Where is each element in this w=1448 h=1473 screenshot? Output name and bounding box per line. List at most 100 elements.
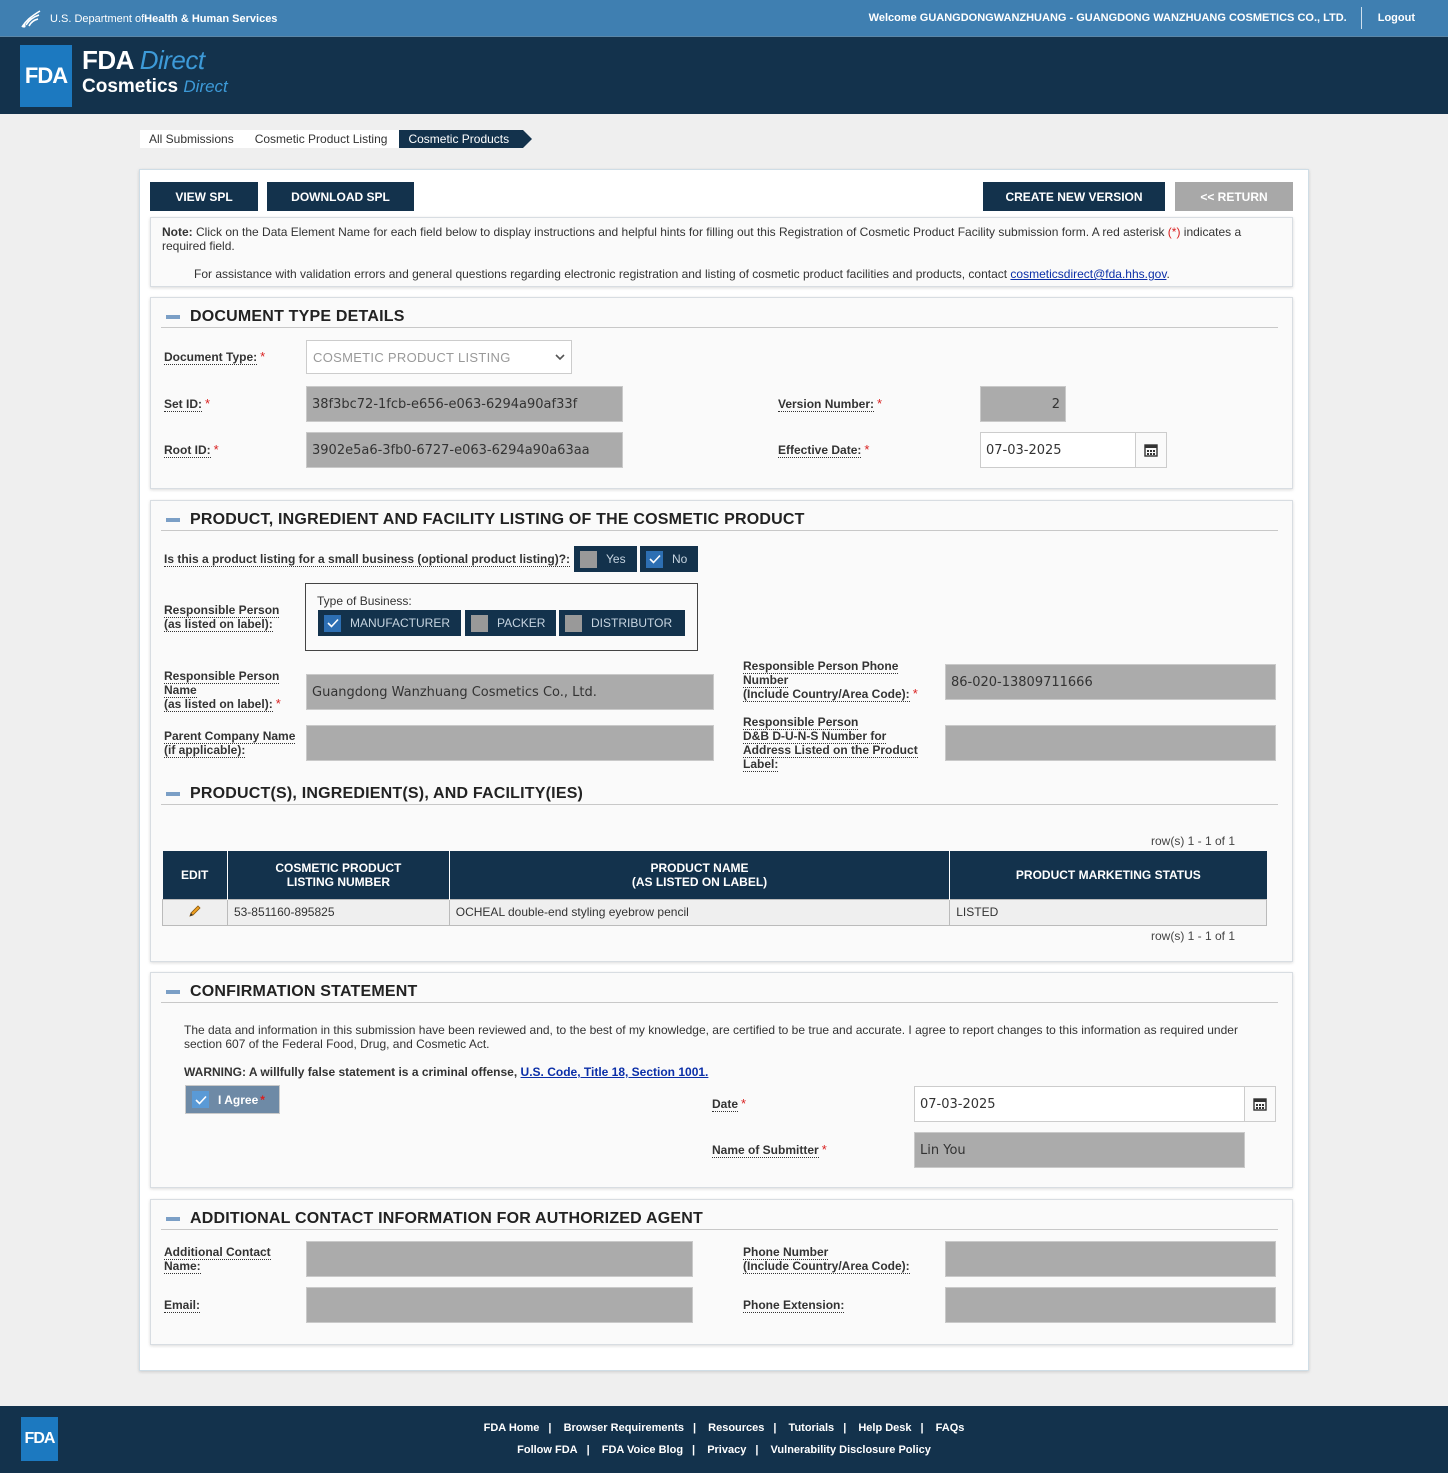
product-name-cell: OCHEAL double-end styling eyebrow pencil bbox=[448, 898, 951, 926]
footer-link-help-desk[interactable]: Help Desk bbox=[858, 1422, 911, 1434]
collapse-icon bbox=[166, 791, 180, 796]
version-number-label[interactable]: Version Number: * bbox=[778, 397, 882, 412]
root-id-label[interactable]: Root ID: * bbox=[164, 443, 219, 458]
product-listing-title[interactable]: PRODUCT, INGREDIENT AND FACILITY LISTING… bbox=[161, 509, 1278, 531]
authorized-agent-title[interactable]: ADDITIONAL CONTACT INFORMATION FOR AUTHO… bbox=[161, 1208, 1278, 1230]
edit-cell[interactable] bbox=[162, 898, 228, 926]
responsible-person-label[interactable]: Responsible Person (as listed on label): bbox=[164, 603, 280, 632]
brand-title[interactable]: FDA Direct Cosmetics Direct bbox=[82, 45, 228, 99]
footer-link-faqs[interactable]: FAQs bbox=[936, 1422, 965, 1434]
confirmation-statement: The data and information in this submiss… bbox=[184, 1023, 1238, 1051]
yes-label: Yes bbox=[606, 552, 626, 566]
document-type-value: COSMETIC PRODUCT LISTING bbox=[313, 349, 511, 365]
section-title-text: PRODUCT(S), INGREDIENT(S), AND FACILITY(… bbox=[190, 784, 584, 802]
phone-extension-label[interactable]: Phone Extension: bbox=[743, 1298, 845, 1313]
pencil-edit-icon[interactable] bbox=[188, 904, 202, 918]
products-ingredients-title[interactable]: PRODUCT(S), INGREDIENT(S), AND FACILITY(… bbox=[161, 783, 1278, 805]
effective-date-label[interactable]: Effective Date: * bbox=[778, 443, 869, 458]
row-count-bottom: row(s) 1 - 1 of 1 bbox=[1151, 929, 1236, 943]
product-listing-panel: PRODUCT, INGREDIENT AND FACILITY LISTING… bbox=[150, 500, 1293, 962]
breadcrumb-cosmetic-product-listing[interactable]: Cosmetic Product Listing bbox=[245, 130, 400, 148]
footer-link-fda-voice-blog[interactable]: FDA Voice Blog bbox=[602, 1444, 683, 1456]
agent-phone-label[interactable]: Phone Number (Include Country/Area Code): bbox=[743, 1245, 910, 1274]
manufacturer-toggle[interactable]: MANUFACTURER bbox=[318, 610, 461, 636]
column-header-marketing-status[interactable]: PRODUCT MARKETING STATUS bbox=[949, 851, 1267, 899]
packer-toggle[interactable]: PACKER bbox=[465, 610, 556, 636]
date-label[interactable]: Date * bbox=[712, 1097, 746, 1112]
effective-date-input[interactable]: 07-03-2025 bbox=[980, 432, 1136, 468]
confirmation-date-input[interactable]: 07-03-2025 bbox=[914, 1086, 1245, 1122]
footer-link-follow-fda[interactable]: Follow FDA bbox=[517, 1444, 578, 1456]
footer-link-privacy[interactable]: Privacy bbox=[707, 1444, 746, 1456]
document-type-select[interactable]: COSMETIC PRODUCT LISTING bbox=[306, 340, 572, 374]
confirmation-title[interactable]: CONFIRMATION STATEMENT bbox=[161, 981, 1278, 1003]
brand-direct: Direct bbox=[139, 45, 205, 75]
root-id-field: 3902e5a6-3fb0-6727-e063-6294a90a63aa bbox=[306, 432, 623, 468]
footer: FDA FDA Home | Browser Requirements | Reso… bbox=[0, 1406, 1448, 1473]
assistance-text: For assistance with validation errors an… bbox=[194, 267, 1170, 281]
small-business-yes-toggle[interactable]: Yes bbox=[574, 546, 637, 572]
document-type-title[interactable]: DOCUMENT TYPE DETAILS bbox=[161, 306, 1278, 328]
submitter-name-label[interactable]: Name of Submitter * bbox=[712, 1143, 827, 1158]
responsible-person-name-field: Guangdong Wanzhuang Cosmetics Co., Ltd. bbox=[306, 674, 714, 710]
distributor-label: DISTRIBUTOR bbox=[591, 616, 673, 630]
brand-direct-2: Direct bbox=[183, 77, 228, 96]
column-header-product-name[interactable]: PRODUCT NAME (AS LISTED ON LABEL) bbox=[449, 851, 951, 899]
phone-extension-field bbox=[945, 1287, 1276, 1323]
agent-phone-field bbox=[945, 1241, 1276, 1277]
row-count-top: row(s) 1 - 1 of 1 bbox=[1151, 834, 1236, 848]
assistance-prefix: For assistance with validation errors an… bbox=[194, 267, 1011, 281]
small-business-label[interactable]: Is this a product listing for a small bu… bbox=[164, 552, 571, 567]
view-spl-button[interactable]: VIEW SPL bbox=[150, 182, 258, 211]
footer-link-resources[interactable]: Resources bbox=[708, 1422, 764, 1434]
confirmation-panel: CONFIRMATION STATEMENT The data and info… bbox=[150, 972, 1293, 1188]
set-id-label[interactable]: Set ID: * bbox=[164, 397, 210, 412]
return-button[interactable]: << RETURN bbox=[1175, 182, 1293, 211]
checkbox-icon bbox=[471, 614, 488, 632]
us-code-link[interactable]: U.S. Code, Title 18, Section 1001. bbox=[521, 1065, 709, 1079]
download-spl-button[interactable]: DOWNLOAD SPL bbox=[267, 182, 414, 211]
collapse-icon bbox=[166, 989, 180, 994]
column-header-listing-number[interactable]: COSMETIC PRODUCT LISTING NUMBER bbox=[227, 851, 450, 899]
column-header-edit[interactable]: EDIT bbox=[162, 851, 228, 899]
checkmark-icon bbox=[646, 550, 663, 568]
footer-link-vulnerability-disclosure[interactable]: Vulnerability Disclosure Policy bbox=[770, 1444, 930, 1456]
responsible-person-phone-label[interactable]: Responsible Person Phone Number (Include C… bbox=[743, 659, 918, 702]
calendar-icon bbox=[1253, 1098, 1267, 1111]
responsible-person-name-label[interactable]: Responsible Person Name (as listed on labe… bbox=[164, 669, 281, 712]
small-business-no-toggle[interactable]: No bbox=[640, 546, 698, 572]
breadcrumb-all-submissions[interactable]: All Submissions bbox=[140, 130, 246, 148]
i-agree-checkbox[interactable]: I Agree * bbox=[185, 1085, 280, 1114]
duns-number-label[interactable]: Responsible Person D&B D-U-N-S Number for… bbox=[743, 715, 918, 772]
assistance-period: . bbox=[1166, 267, 1170, 281]
hhs-department[interactable]: U.S. Department of Health & Human Servic… bbox=[20, 9, 277, 29]
hhs-dept-prefix: U.S. Department of bbox=[50, 13, 145, 25]
logout-link[interactable]: Logout bbox=[1362, 12, 1448, 24]
breadcrumb-cosmetic-products[interactable]: Cosmetic Products bbox=[399, 130, 532, 148]
document-type-panel: DOCUMENT TYPE DETAILS Document Type: * CO… bbox=[150, 297, 1293, 489]
collapse-icon bbox=[166, 1216, 180, 1221]
chevron-down-icon bbox=[555, 354, 565, 361]
email-label[interactable]: Email: bbox=[164, 1298, 201, 1313]
document-type-label[interactable]: Document Type: * bbox=[164, 350, 265, 365]
set-id-field: 38f3bc72-1fcb-e656-e063-6294a90af33f bbox=[306, 386, 623, 422]
confirmation-date-calendar-button[interactable] bbox=[1244, 1086, 1276, 1122]
distributor-toggle[interactable]: DISTRIBUTOR bbox=[559, 610, 685, 636]
table-row: 53-851160-895825 OCHEAL double-end styli… bbox=[162, 898, 1267, 926]
submitter-name-field: Lin You bbox=[914, 1132, 1245, 1168]
footer-link-fda-home[interactable]: FDA Home bbox=[484, 1422, 540, 1434]
section-title-text: PRODUCT, INGREDIENT AND FACILITY LISTING… bbox=[190, 510, 805, 528]
parent-company-label[interactable]: Parent Company Name (if applicable): bbox=[164, 729, 296, 758]
footer-link-browser-requirements[interactable]: Browser Requirements bbox=[564, 1422, 684, 1434]
effective-date-calendar-button[interactable] bbox=[1135, 432, 1167, 468]
type-of-business-box: Type of Business: MANUFACTURER PACKER DI… bbox=[305, 583, 698, 651]
additional-contact-label[interactable]: Additional Contact Name: bbox=[164, 1245, 271, 1274]
i-agree-label: I Agree bbox=[218, 1092, 259, 1107]
footer-link-tutorials[interactable]: Tutorials bbox=[789, 1422, 835, 1434]
section-title-text: CONFIRMATION STATEMENT bbox=[190, 982, 418, 1000]
fda-logo[interactable]: FDA bbox=[20, 45, 72, 107]
checkmark-icon bbox=[192, 1091, 209, 1108]
create-new-version-button[interactable]: CREATE NEW VERSION bbox=[983, 182, 1165, 211]
packer-label: PACKER bbox=[497, 616, 546, 630]
contact-email-link[interactable]: cosmeticsdirect@fda.hhs.gov bbox=[1010, 267, 1166, 281]
